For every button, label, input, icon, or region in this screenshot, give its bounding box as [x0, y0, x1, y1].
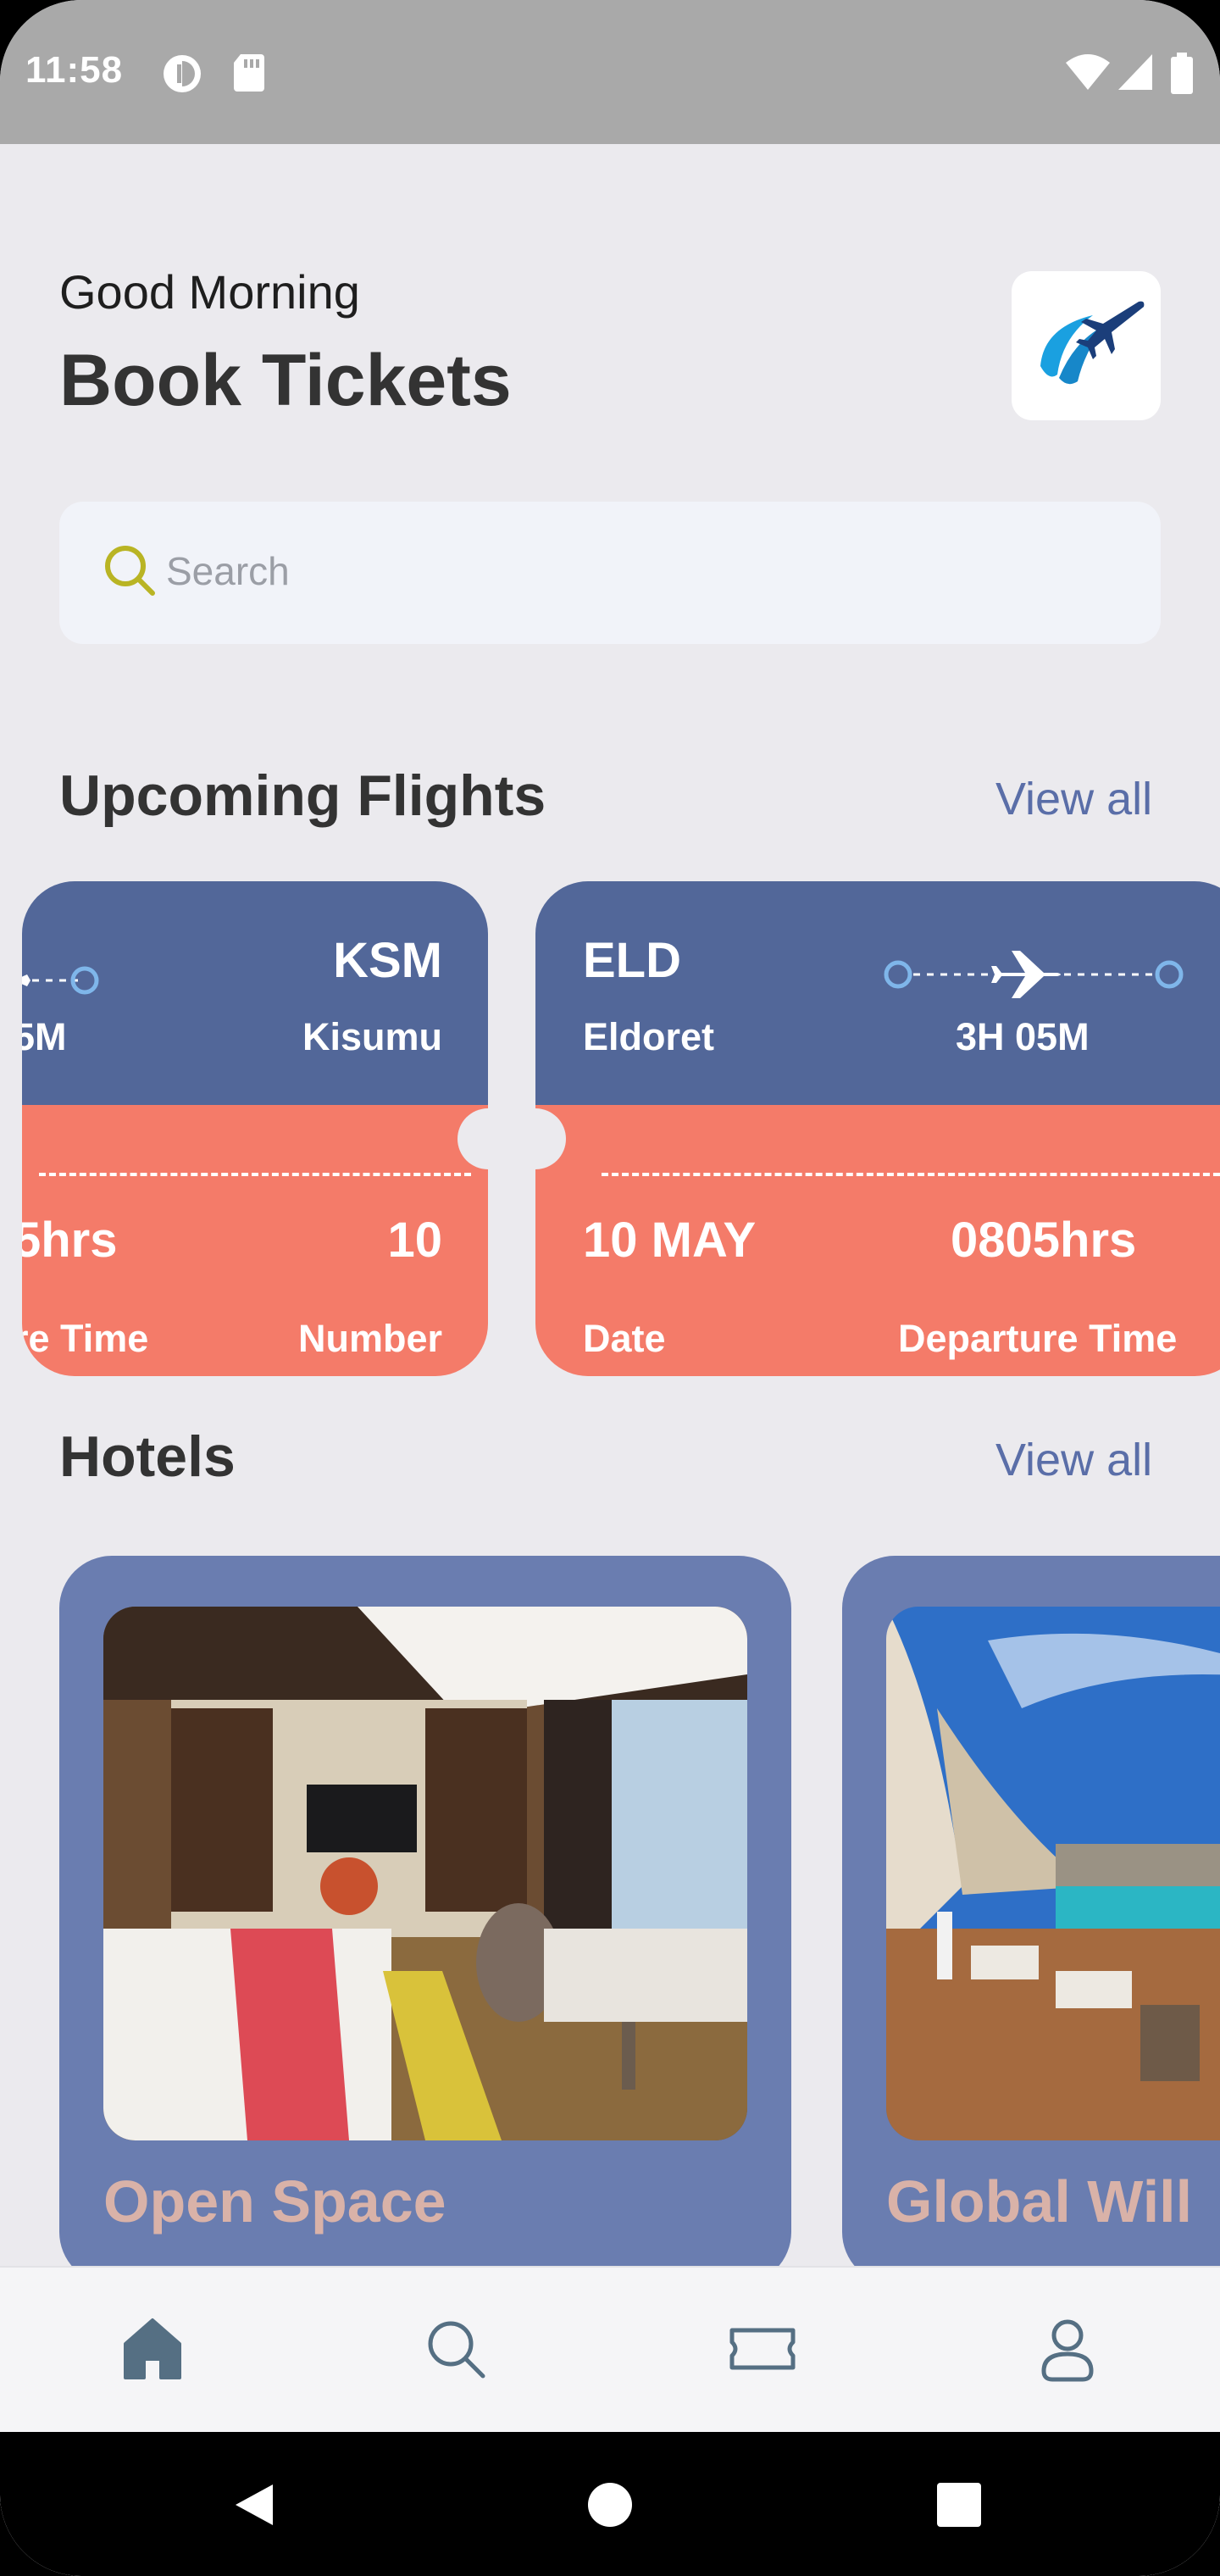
ticket-notch [505, 1108, 566, 1169]
search-bar[interactable]: Search [59, 502, 1161, 644]
nav-search[interactable] [413, 2307, 498, 2391]
hotel-pool-image [886, 1607, 1220, 2140]
hotel-photo [103, 1607, 747, 2140]
flight-duration: 3H 05M [956, 1015, 1090, 1058]
app-screen: 11:58 Good Morning Book Tickets Search U… [0, 0, 1220, 2576]
hotel-name: Open Space [103, 2168, 446, 2235]
hotels-view-all-link[interactable]: View all [995, 1434, 1152, 1486]
ticket-perforation [602, 1173, 1220, 1176]
status-bar: 11:58 [0, 0, 1220, 144]
ticket-perforation [39, 1173, 471, 1176]
hotel-name: Global Will [886, 2168, 1193, 2235]
greeting-text: Good Morning [59, 265, 360, 319]
data-saver-icon [164, 55, 201, 92]
flight-route-icon [884, 951, 1184, 998]
airplane-logo-icon [1040, 301, 1145, 385]
hotel-room-image [103, 1607, 747, 2140]
profile-icon [1041, 2319, 1094, 2382]
flight-card-header: KSM 5M Kisumu [22, 881, 488, 1105]
back-icon[interactable] [229, 2479, 280, 2530]
flight-card-details: 5hrs re Time 10 Number [22, 1105, 488, 1376]
flight-card-details: 10 MAY Date 0805hrs Departure Time [535, 1105, 1220, 1376]
destination-code: KSM [333, 933, 442, 988]
app-logo[interactable] [1012, 271, 1161, 420]
departure-time-label: Departure Time [898, 1317, 1178, 1360]
departure-time-label: re Time [22, 1317, 149, 1360]
departure-time-value: 5hrs [22, 1213, 118, 1268]
flights-view-all-link[interactable]: View all [995, 773, 1152, 825]
home-icon [124, 2318, 181, 2379]
flight-card[interactable]: KSM 5M Kisumu 5hrs re Time 10 Number [22, 881, 488, 1376]
hotel-card[interactable]: Global Will [842, 1556, 1220, 2285]
nav-home[interactable] [110, 2307, 195, 2391]
wifi-icon [1066, 54, 1110, 90]
hotels-title: Hotels [59, 1424, 236, 1489]
nav-profile[interactable] [1025, 2307, 1110, 2391]
flight-number-label: Number [297, 1317, 442, 1360]
search-icon [428, 2321, 485, 2379]
upcoming-flights-title: Upcoming Flights [59, 763, 546, 828]
destination-name: Kisumu [302, 1015, 442, 1058]
page-title: Book Tickets [59, 340, 512, 421]
status-time: 11:58 [25, 49, 124, 91]
bottom-navigation [0, 2266, 1220, 2434]
flight-route-icon [22, 966, 99, 995]
origin-code: ELD [583, 933, 681, 988]
airplane-icon [991, 951, 1061, 998]
origin-name: Eldoret [583, 1015, 715, 1058]
ticket-icon [729, 2328, 796, 2370]
search-icon [105, 546, 155, 596]
flight-card-header: ELD Eldoret 3H 05M [535, 881, 1220, 1105]
nav-tickets[interactable] [720, 2307, 805, 2391]
flight-card[interactable]: ELD Eldoret 3H 05M 10 MAY Date 0805hrs D… [535, 881, 1220, 1376]
hotel-card[interactable]: Open Space [59, 1556, 791, 2285]
flight-date-label: Date [583, 1317, 666, 1360]
battery-icon [1171, 53, 1193, 94]
flight-date-value: 10 MAY [583, 1213, 757, 1268]
search-input[interactable]: Search [166, 548, 290, 594]
cellular-signal-icon [1118, 54, 1152, 90]
flight-duration: 5M [22, 1015, 67, 1058]
hotel-photo [886, 1607, 1220, 2140]
home-circle-icon[interactable] [585, 2479, 635, 2530]
system-navigation-bar [0, 2432, 1220, 2576]
recents-icon[interactable] [935, 2481, 983, 2529]
flight-number-value: 10 [387, 1213, 442, 1268]
sd-card-icon [234, 54, 264, 92]
departure-time-value: 0805hrs [951, 1213, 1137, 1268]
